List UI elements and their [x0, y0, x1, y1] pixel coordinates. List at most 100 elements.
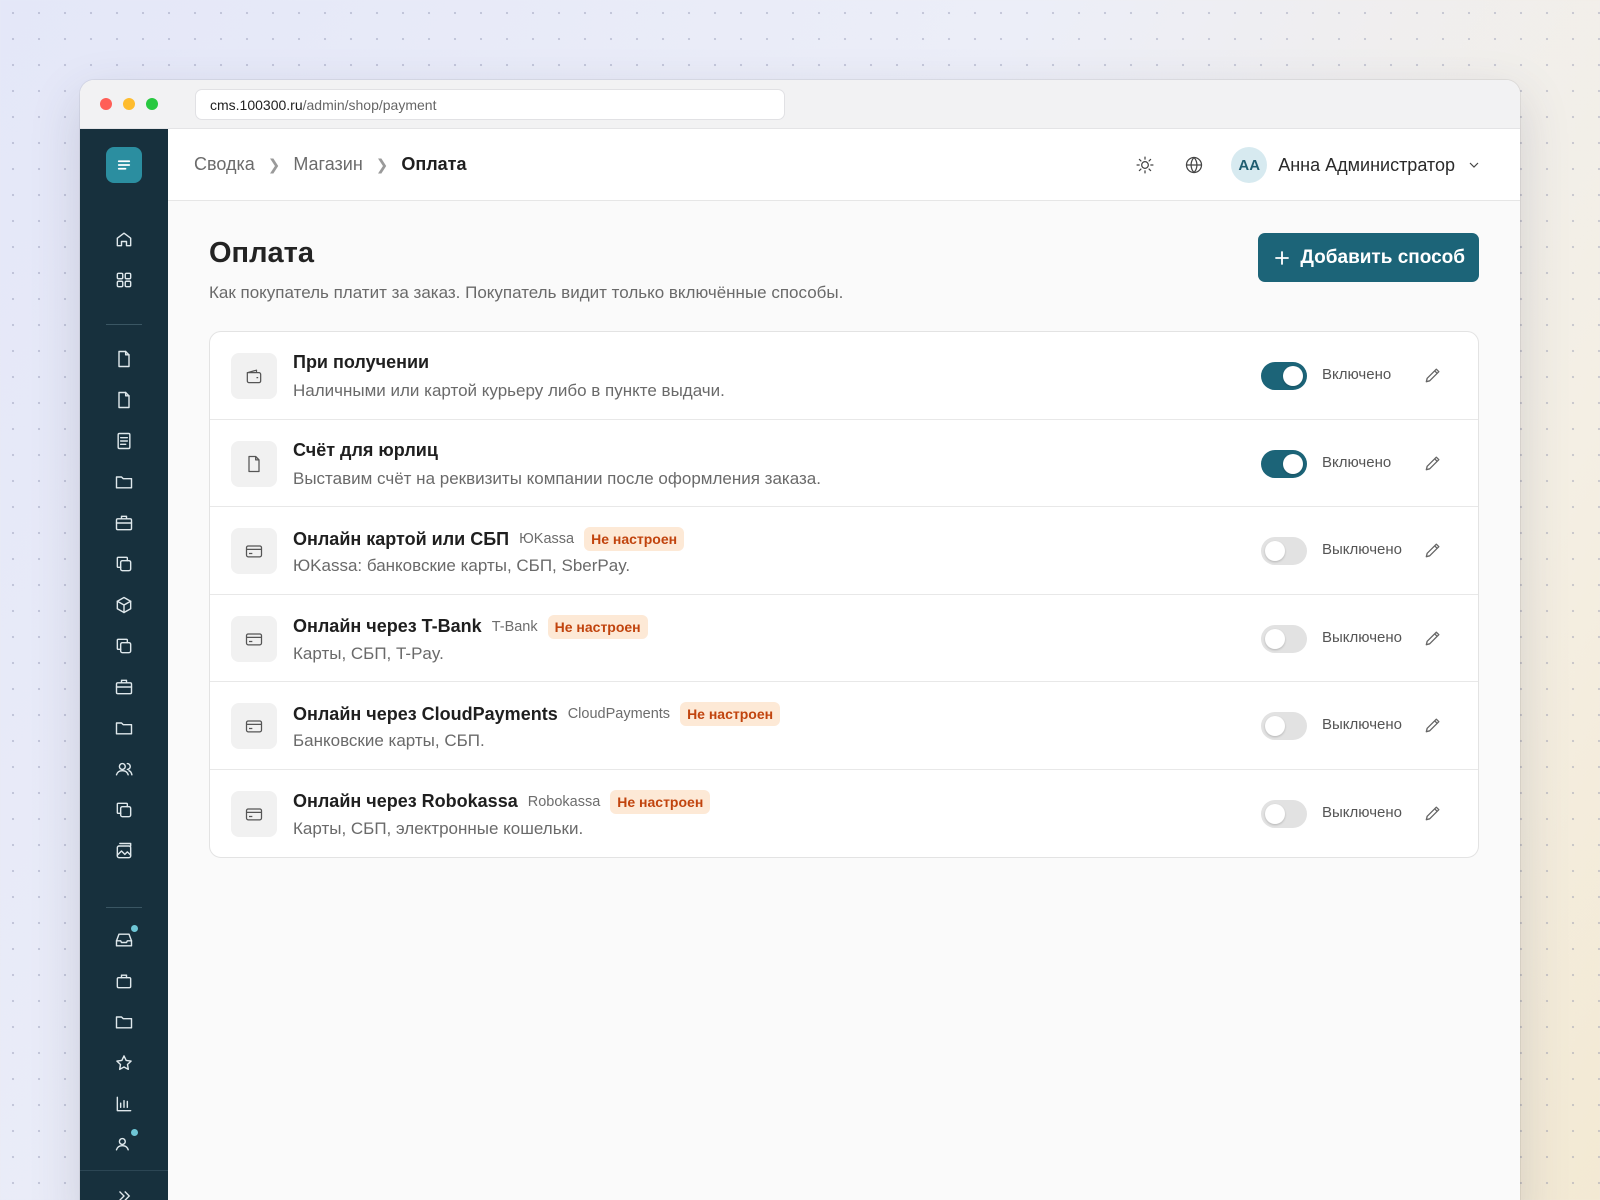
method-provider: T-Bank: [491, 618, 538, 635]
grid-icon[interactable]: [112, 268, 136, 292]
card-icon: [231, 790, 277, 837]
wallet-icon: [231, 353, 277, 399]
method-toggle[interactable]: [1261, 799, 1307, 828]
payment-method-row: Онлайн картой или СБП ЮKassa Не настроен ЮK…: [210, 507, 1478, 595]
edit-pencil-icon[interactable]: [1423, 803, 1445, 825]
sidebar-divider: [106, 324, 142, 325]
expand-sidebar-button[interactable]: [80, 1170, 168, 1200]
method-status: Выключено: [1322, 716, 1402, 733]
breadcrumb-item-current: Оплата: [401, 154, 467, 174]
method-title: Счёт для юрлиц: [293, 440, 438, 461]
method-status: Выключено: [1322, 803, 1402, 821]
url-path: /admin/shop/payment: [302, 96, 437, 113]
method-name: Онлайн через CloudPayments: [293, 703, 558, 724]
method-toggle[interactable]: [1261, 362, 1307, 390]
method-name: Онлайн картой или СБП: [293, 528, 510, 549]
folder-icon[interactable]: [112, 716, 136, 740]
toggle-knob: [1283, 366, 1303, 386]
app-logo[interactable]: [106, 147, 142, 183]
document-icon[interactable]: [112, 429, 136, 453]
payment-method-row: Онлайн через T-Bank T-Bank Не настроен Карт…: [210, 595, 1478, 682]
chevron-right-icon: ❯: [267, 156, 281, 174]
inbox-icon[interactable]: [112, 924, 139, 952]
card-icon: [231, 615, 277, 662]
payment-method-row: Счёт для юрлиц Выставим счёт на реквизиты…: [210, 420, 1478, 507]
file-icon[interactable]: [112, 347, 136, 371]
toggle-knob: [1265, 541, 1285, 561]
double-chevron-right-icon: [119, 1190, 131, 1200]
card-icon: [231, 528, 277, 574]
folder-icon[interactable]: [112, 470, 136, 494]
language-globe-icon[interactable]: [1182, 153, 1206, 177]
edit-pencil-icon[interactable]: [1423, 715, 1445, 737]
sidebar: [80, 129, 168, 1200]
copy-icon[interactable]: [112, 798, 136, 822]
card-icon: [231, 703, 277, 749]
method-provider: Robokassa: [527, 793, 601, 810]
edit-pencil-icon[interactable]: [1423, 365, 1445, 387]
browser-window: cms.100300.ru/admin/shop/payment Сводка …: [80, 80, 1520, 1200]
star-icon[interactable]: [112, 1051, 136, 1075]
method-title: Онлайн через CloudPayments CloudPayments Н…: [293, 702, 781, 726]
folder-icon[interactable]: [112, 1010, 136, 1034]
url-host: cms.100300.ru: [210, 96, 303, 113]
edit-pencil-icon[interactable]: [1423, 628, 1445, 650]
payment-method-row: Онлайн через CloudPayments CloudPayments Н…: [210, 682, 1478, 770]
add-method-button[interactable]: Добавить способ: [1258, 233, 1479, 282]
method-description: Карты, СБП, электронные кошельки.: [293, 818, 584, 838]
status-badge: Не настроен: [547, 614, 648, 639]
method-status: Выключено: [1322, 541, 1402, 558]
payment-methods-list: При получении Наличными или картой курьер…: [209, 331, 1479, 858]
method-title: Онлайн картой или СБП ЮKassa Не настроен: [293, 527, 685, 551]
close-window-button[interactable]: [100, 98, 112, 110]
copy-icon[interactable]: [112, 634, 136, 658]
page-subtitle: Как покупатель платит за заказ. Покупате…: [209, 283, 844, 302]
breadcrumb-item-shop[interactable]: Магазин: [293, 154, 362, 175]
method-name: Онлайн через Robokassa: [293, 791, 518, 811]
address-bar[interactable]: cms.100300.ru/admin/shop/payment: [195, 89, 785, 120]
maximize-window-button[interactable]: [146, 98, 158, 110]
main-content: Оплата Как покупатель платит за заказ. П…: [168, 201, 1520, 1200]
add-method-label: Добавить способ: [1300, 246, 1465, 268]
browser-titlebar: cms.100300.ru/admin/shop/payment: [80, 80, 1520, 129]
payment-method-row: При получении Наличными или картой курьер…: [210, 332, 1478, 420]
briefcase-icon[interactable]: [112, 675, 136, 699]
status-badge: Не настроен: [680, 702, 781, 726]
method-status: Выключено: [1322, 628, 1402, 646]
users-icon[interactable]: [112, 1128, 139, 1156]
minimize-window-button[interactable]: [123, 98, 135, 110]
method-status: Включено: [1322, 453, 1392, 471]
method-title: Онлайн через T-Bank T-Bank Не настроен: [293, 614, 648, 639]
chart-icon[interactable]: [112, 1092, 136, 1116]
home-icon[interactable]: [112, 227, 136, 251]
avatar[interactable]: АА: [1231, 147, 1268, 183]
method-title: Онлайн через Robokassa Robokassa Не настро…: [293, 789, 711, 814]
method-description: Наличными или картой курьеру либо в пунк…: [293, 381, 725, 400]
briefcase-icon[interactable]: [112, 511, 136, 535]
method-provider: ЮKassa: [519, 531, 575, 547]
method-title: При получении: [293, 352, 429, 373]
copy-icon[interactable]: [112, 552, 136, 576]
method-name: Счёт для юрлиц: [293, 439, 438, 460]
edit-pencil-icon[interactable]: [1423, 453, 1445, 475]
notification-dot: [130, 924, 139, 933]
method-toggle[interactable]: [1261, 624, 1307, 653]
user-name[interactable]: Анна Администратор: [1278, 155, 1455, 176]
method-toggle[interactable]: [1261, 712, 1307, 740]
toggle-knob: [1265, 628, 1285, 649]
edit-pencil-icon[interactable]: [1423, 540, 1445, 562]
breadcrumb-item-dashboard[interactable]: Сводка: [194, 154, 255, 175]
chevron-right-icon: ❯: [375, 156, 389, 174]
method-description: Банковские карты, СБП.: [293, 731, 485, 750]
chevron-down-icon[interactable]: [1466, 157, 1482, 173]
file-icon[interactable]: [112, 388, 136, 412]
theme-toggle-sun-icon[interactable]: [1133, 153, 1157, 177]
method-toggle[interactable]: [1261, 449, 1307, 478]
page-title: Оплата: [209, 237, 314, 269]
method-description: ЮKassa: банковские карты, СБП, SberPay.: [293, 556, 631, 575]
image-icon[interactable]: [112, 839, 136, 863]
users-icon[interactable]: [112, 757, 136, 781]
method-toggle[interactable]: [1261, 537, 1307, 565]
box-icon[interactable]: [112, 593, 136, 617]
bag-icon[interactable]: [112, 969, 136, 993]
